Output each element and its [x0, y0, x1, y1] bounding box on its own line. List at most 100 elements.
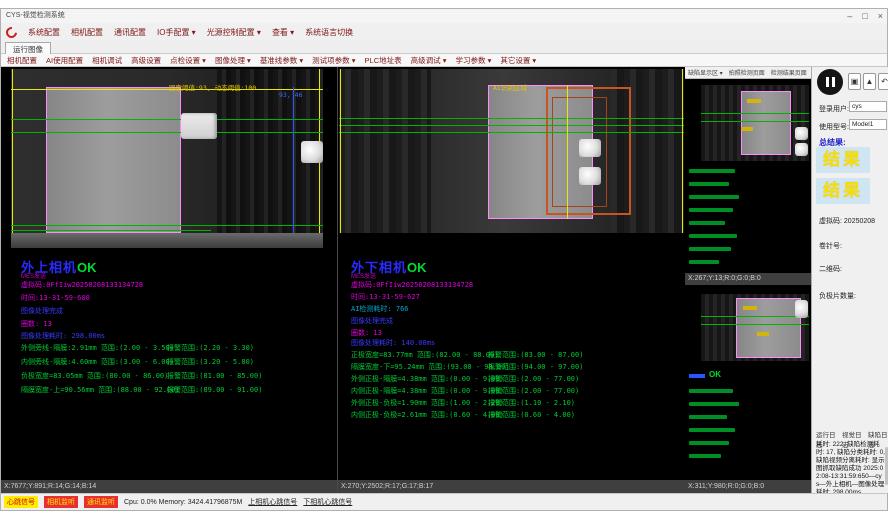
measure-line — [339, 118, 684, 119]
alarm-range: 报警范围:(1.10 - 2.10) — [488, 398, 575, 408]
alarm-range: 报警范围:(81.00 - 85.00) — [167, 371, 262, 381]
tool-ai-config[interactable]: AI使用配置 — [46, 55, 83, 66]
pause-button[interactable] — [817, 69, 843, 95]
center-camera-view[interactable]: AI识别区域 外下相机OK MES发送 虚拟码:0FfIiw2025020813… — [338, 67, 685, 493]
overlay-label-mark — [747, 99, 761, 103]
alarm-range: 报警范围:(3.20 - 5.80) — [167, 357, 254, 367]
measurement-row: 内侧正极-负极=2.61mm 范围:(0.60 - 4.00) — [351, 410, 504, 420]
aux-status-ok: OK — [709, 370, 721, 379]
aux-camera-image[interactable] — [701, 85, 809, 161]
cpu-memory-readout: Cpu: 0.0% Memory: 3424.41796875M — [124, 499, 242, 506]
vcode-value: 20250208 — [844, 218, 875, 225]
tool-learn-params[interactable]: 学习参数 ▾ — [455, 55, 491, 66]
upper-camera-heartbeat-link[interactable]: 上相机心跳信号 — [248, 497, 297, 507]
guide-line — [340, 69, 341, 233]
mes-line: MES发送 — [351, 271, 376, 280]
turns-line: 圈数: 13 — [21, 319, 52, 329]
menu-system-config[interactable]: 系统配置 — [28, 27, 60, 38]
pixel-coords-readout: X:7677;Y:891;R:14;G:14;B:14 — [1, 480, 337, 494]
tool-image-processing[interactable]: 图像处理 ▾ — [215, 55, 251, 66]
alarm-range: 报警范围:(94.00 - 97.00) — [488, 362, 583, 372]
mini-text-line — [689, 234, 737, 238]
measure-line — [339, 132, 684, 133]
process-done-line: 图像处理完成 — [351, 316, 393, 326]
arrow-up-icon-button[interactable]: ▲ — [863, 73, 876, 90]
comm-listen-badge: 通讯监听 — [84, 496, 118, 508]
bright-spot — [579, 139, 601, 157]
overlay-label-mark — [743, 306, 757, 310]
menu-camera-config[interactable]: 相机配置 — [71, 27, 103, 38]
measure-line — [11, 225, 323, 226]
bright-spot — [795, 300, 808, 318]
tool-advanced-debug[interactable]: 高级调试 ▾ — [411, 55, 447, 66]
measure-line — [11, 132, 323, 133]
close-button[interactable]: × — [878, 9, 883, 23]
mini-text-line — [689, 374, 705, 378]
tool-spotcheck-settings[interactable]: 点检设置 ▾ — [170, 55, 206, 66]
threshold-overlay-label: 固定阈值:93, 动态阈值:100 — [169, 82, 256, 92]
machine-floor — [11, 233, 323, 248]
login-user-field[interactable] — [849, 101, 887, 112]
mini-text-line — [689, 182, 729, 186]
tool-advanced-settings[interactable]: 高级设置 — [131, 55, 161, 66]
minimize-button[interactable]: – — [847, 9, 852, 23]
menu-comm-config[interactable]: 通讯配置 — [114, 27, 146, 38]
tool-test-params[interactable]: 测试项参数 ▾ — [312, 55, 355, 66]
aux-camera-view-top[interactable] — [685, 79, 811, 273]
alarm-range: 报警范围:(0.60 - 4.00) — [488, 410, 575, 420]
barcode-line: 虚拟码:0FfIiw20250208133134728 — [351, 280, 473, 290]
lower-camera-heartbeat-link[interactable]: 下相机心跳信号 — [303, 497, 352, 507]
tab-run-image[interactable]: 运行图像 — [5, 42, 51, 54]
measure-line — [339, 125, 684, 126]
measurement-row: 隔膜宽度-下=95.24mm 范围:(93.00 - 98.00) — [351, 362, 510, 372]
maximize-button[interactable]: □ — [862, 9, 867, 23]
left-camera-image[interactable]: 固定阈值:93, 动态阈值:100 93, 46 — [11, 69, 323, 233]
aux-camera-view-bottom[interactable]: OK — [685, 285, 811, 480]
login-user-label: 登录用户: — [819, 104, 849, 114]
cell-region-outline — [46, 87, 181, 233]
menu-language-switch[interactable]: 系统语言切换 — [305, 27, 353, 38]
model-field[interactable] — [849, 119, 887, 130]
bright-spot — [301, 141, 323, 163]
tab-defect-display[interactable]: 缺陷显示区 ▾ — [688, 68, 723, 77]
measurement-row: 正极宽度=83.77mm 范围:(82.00 - 88.00) — [351, 350, 498, 360]
needle-number-label: 卷针号: — [819, 241, 842, 251]
lock-icon-button[interactable]: ▣ — [848, 73, 861, 90]
measurement-row: 外侧旁线-隔膜:2.91mm 范围:(2.00 - 3.50) — [21, 343, 174, 353]
tool-plc-address[interactable]: PLC地址表 — [365, 55, 402, 66]
tab-result-page[interactable]: 检测结果页面 — [771, 68, 807, 77]
undo-icon-button[interactable]: ↶ — [878, 73, 888, 90]
measure-line — [11, 230, 211, 231]
aux-camera-image[interactable] — [701, 294, 809, 361]
measurement-row: 负极宽度=83.05mm 范围:(80.00 - 86.00) — [21, 371, 168, 381]
result-box-1: 结果 — [816, 147, 870, 173]
mini-text-line — [689, 195, 739, 199]
aux-tab-strip: 缺陷显示区 ▾ 拍照检测页面 检测结果页面 — [685, 67, 811, 79]
center-camera-image[interactable]: AI识别区域 — [339, 69, 684, 233]
time-line: 时间:13-31-59-627 — [351, 292, 420, 302]
main-area: 固定阈值:93, 动态阈值:100 93, 46 外上相机OK MES发送 虚拟… — [1, 67, 887, 493]
tool-other-settings[interactable]: 其它设置 ▾ — [500, 55, 536, 66]
measurement-row: 外侧正极-隔膜=4.38mm 范围:(0.00 - 9.00) — [351, 374, 504, 384]
measurement-row: 内侧正极-隔膜=4.38mm 范围:(0.00 - 9.00) — [351, 386, 504, 396]
menu-io-config[interactable]: IO手配置 ▾ — [157, 27, 196, 38]
guide-line — [11, 89, 323, 90]
tool-camera-debug[interactable]: 相机调试 — [92, 55, 122, 66]
menu-view[interactable]: 查看 ▾ — [272, 27, 294, 38]
mini-text-line — [689, 208, 733, 212]
process-done-line: 图像处理完成 — [21, 306, 63, 316]
guide-line — [12, 69, 13, 233]
overlay-label-mark — [741, 127, 753, 131]
toolbar: 相机配置 AI使用配置 相机调试 高级设置 点检设置 ▾ 图像处理 ▾ 基准线参… — [1, 54, 887, 67]
tab-capture-page[interactable]: 拍照检测页面 — [729, 68, 765, 77]
tool-baseline-params[interactable]: 基准线参数 ▾ — [260, 55, 303, 66]
app-logo-icon — [4, 24, 19, 39]
menu-light-config[interactable]: 光源控制配置 ▾ — [207, 27, 261, 38]
mini-text-line — [689, 169, 735, 173]
log-output: 耗时: 222, 缺陷检测耗时: 17, 缺陷分类耗时: 0, 缺陷视频分离耗时… — [816, 441, 885, 497]
tool-camera-config[interactable]: 相机配置 — [7, 55, 37, 66]
left-camera-view[interactable]: 固定阈值:93, 动态阈值:100 93, 46 外上相机OK MES发送 虚拟… — [1, 67, 337, 493]
alarm-range: 报警范围:(2.00 - 77.00) — [488, 374, 579, 384]
mini-text-line — [689, 441, 729, 445]
bright-spot — [795, 127, 808, 140]
